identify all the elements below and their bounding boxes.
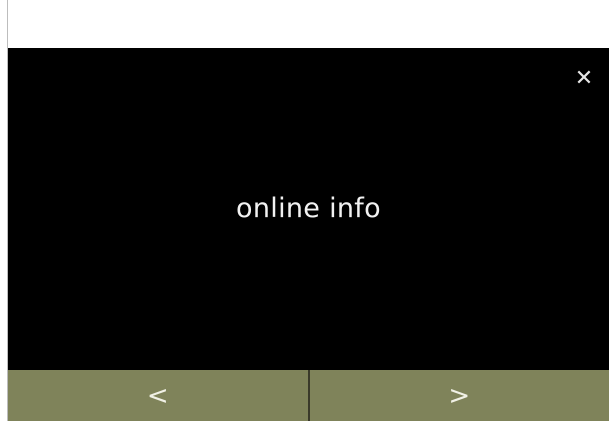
previous-button[interactable]: < — [8, 370, 308, 421]
navigation-bar: < > — [8, 370, 609, 421]
chevron-left-icon: < — [146, 380, 169, 411]
page: ✕ online info < > — [0, 0, 609, 421]
close-icon[interactable]: ✕ — [571, 66, 597, 92]
next-button[interactable]: > — [310, 370, 609, 421]
screen-title: online info — [236, 193, 381, 224]
chevron-right-icon: > — [448, 380, 471, 411]
info-screen: ✕ online info — [8, 48, 609, 370]
